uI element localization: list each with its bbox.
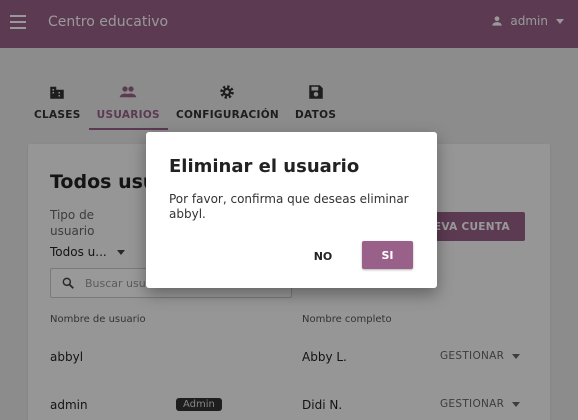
dialog-message: Por favor, confirma que deseas eliminar … — [169, 192, 409, 221]
dialog-title: Eliminar el usuario — [169, 156, 360, 177]
delete-user-dialog: Eliminar el usuario Por favor, confirma … — [146, 132, 437, 288]
cancel-button[interactable]: NO — [300, 243, 346, 269]
confirm-button[interactable]: SI — [362, 241, 413, 269]
